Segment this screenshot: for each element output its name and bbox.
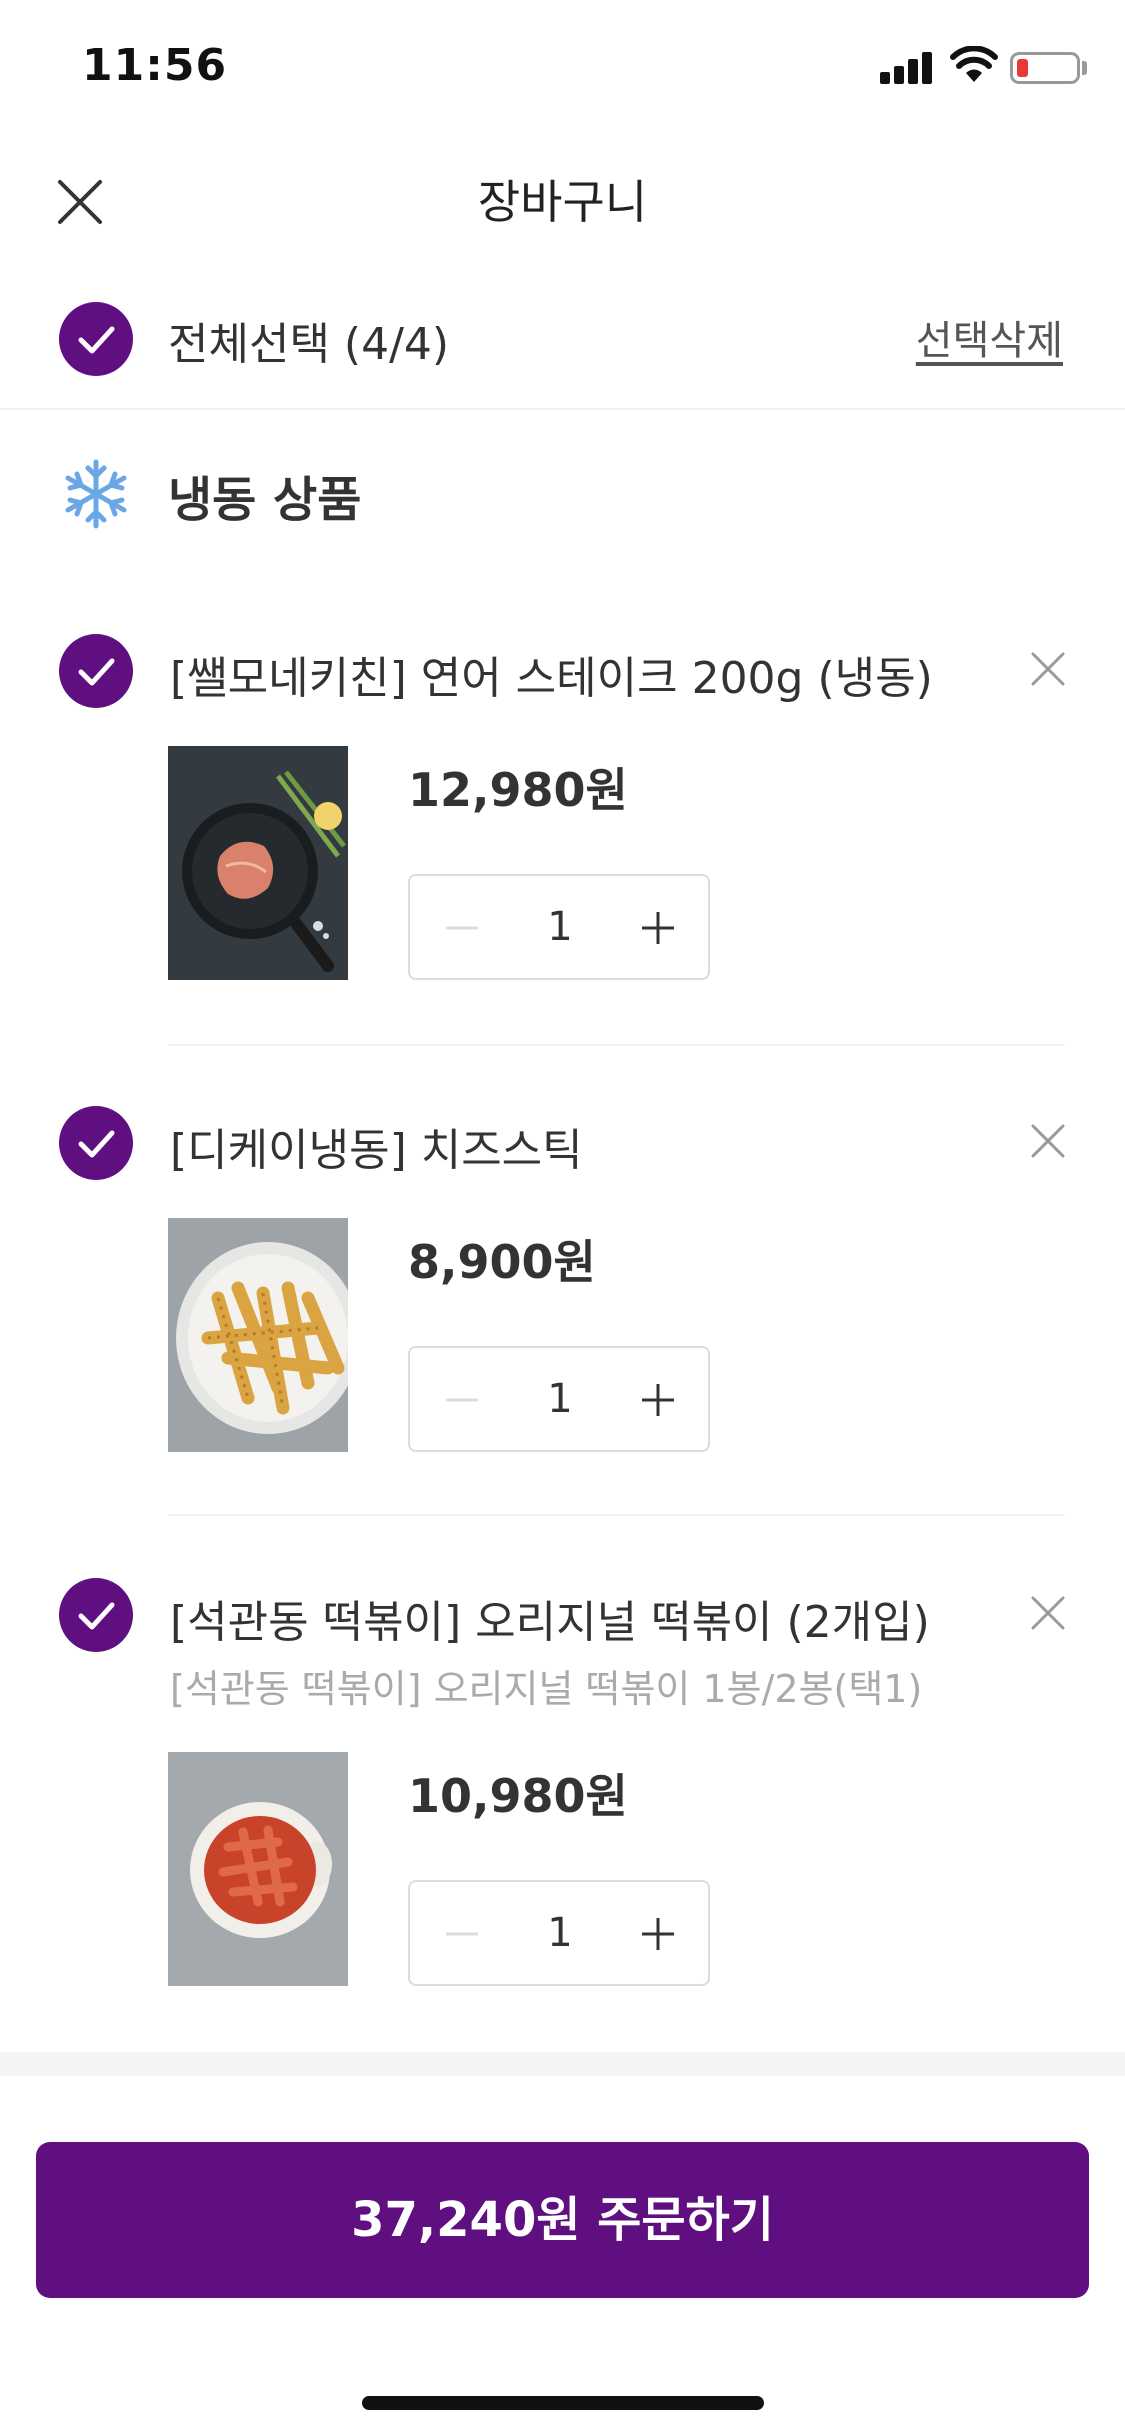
snowflake-icon bbox=[65, 459, 127, 529]
item-price: 10,980원 bbox=[408, 1769, 628, 1823]
item-divider bbox=[168, 1514, 1065, 1516]
home-indicator bbox=[362, 2396, 764, 2410]
select-all-label[interactable]: 전체선택 (4/4) bbox=[168, 308, 449, 372]
check-icon bbox=[78, 326, 115, 354]
battery-level bbox=[1017, 59, 1028, 77]
frozen-section-header: 냉동 상품 bbox=[0, 438, 1125, 548]
cart-screen: 11:56 장바구니 전체선택 (4/4) 선택삭제 냉동 상품 [쌜모네키친]… bbox=[0, 0, 1125, 2436]
increase-quantity-button[interactable] bbox=[636, 906, 680, 950]
section-separator bbox=[0, 2052, 1125, 2076]
increase-quantity-button[interactable] bbox=[636, 1912, 680, 1956]
decrease-quantity-button[interactable] bbox=[440, 1378, 484, 1422]
remove-item-icon[interactable] bbox=[1025, 1118, 1071, 1164]
cart-item: [쌜모네키친] 연어 스테이크 200g (냉동) 12,980원 1 bbox=[0, 634, 1125, 1034]
item-checkbox[interactable] bbox=[59, 1106, 133, 1180]
check-icon bbox=[78, 658, 115, 686]
quantity-value: 1 bbox=[547, 904, 573, 950]
quantity-stepper: 1 bbox=[408, 1346, 710, 1452]
item-option: [석관동 떡볶이] 오리지널 떡볶이 1봉/2봉(택1) bbox=[170, 1667, 923, 1711]
cellular-signal-icon bbox=[880, 52, 936, 84]
header: 장바구니 bbox=[0, 132, 1125, 264]
item-name[interactable]: [디케이냉동] 치즈스틱 bbox=[170, 1114, 583, 1178]
quantity-stepper: 1 bbox=[408, 1880, 710, 1986]
decrease-quantity-button[interactable] bbox=[440, 1912, 484, 1956]
select-all-row: 전체선택 (4/4) 선택삭제 bbox=[0, 282, 1125, 410]
check-icon bbox=[78, 1130, 115, 1158]
item-price: 8,900원 bbox=[408, 1235, 596, 1289]
order-button[interactable]: 37,240원 주문하기 bbox=[36, 2142, 1089, 2298]
cart-item: [석관동 떡볶이] 오리지널 떡볶이 (2개입) [석관동 떡볶이] 오리지널 … bbox=[0, 1578, 1125, 2008]
remove-item-icon[interactable] bbox=[1025, 1590, 1071, 1636]
status-bar: 11:56 bbox=[0, 0, 1125, 132]
status-time: 11:56 bbox=[82, 40, 228, 91]
battery-icon bbox=[1010, 52, 1080, 84]
item-name[interactable]: [석관동 떡볶이] 오리지널 떡볶이 (2개입) bbox=[170, 1586, 930, 1650]
battery-tip bbox=[1082, 61, 1087, 75]
delete-selected-button[interactable]: 선택삭제 bbox=[916, 308, 1063, 366]
check-icon bbox=[78, 1602, 115, 1630]
quantity-value: 1 bbox=[547, 1910, 573, 1956]
product-image-cheese-stick[interactable] bbox=[168, 1218, 348, 1452]
item-price: 12,980원 bbox=[408, 763, 628, 817]
item-checkbox[interactable] bbox=[59, 1578, 133, 1652]
wifi-icon bbox=[950, 46, 998, 82]
quantity-value: 1 bbox=[547, 1376, 573, 1422]
decrease-quantity-button[interactable] bbox=[440, 906, 484, 950]
cart-item: [디케이냉동] 치즈스틱 8,900원 1 bbox=[0, 1106, 1125, 1506]
section-title: 냉동 상품 bbox=[168, 472, 362, 528]
page-title: 장바구니 bbox=[477, 175, 648, 229]
item-divider bbox=[168, 1044, 1065, 1046]
product-image-salmon[interactable] bbox=[168, 746, 348, 980]
quantity-stepper: 1 bbox=[408, 874, 710, 980]
remove-item-icon[interactable] bbox=[1025, 646, 1071, 692]
select-all-checkbox[interactable] bbox=[59, 302, 133, 376]
product-image-tteokbokki[interactable] bbox=[168, 1752, 348, 1986]
item-name[interactable]: [쌜모네키친] 연어 스테이크 200g (냉동) bbox=[170, 642, 933, 706]
increase-quantity-button[interactable] bbox=[636, 1378, 680, 1422]
item-checkbox[interactable] bbox=[59, 634, 133, 708]
